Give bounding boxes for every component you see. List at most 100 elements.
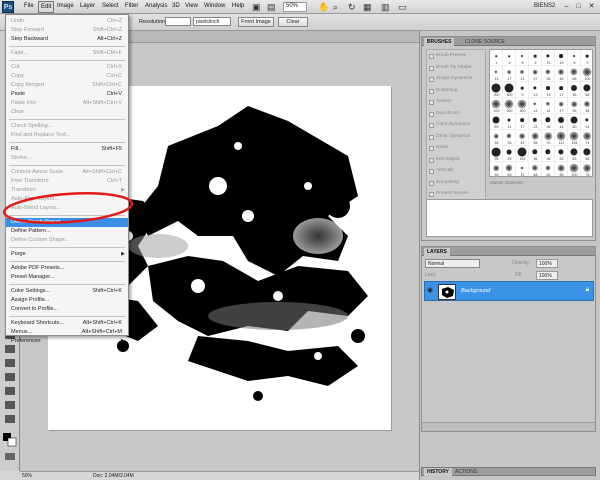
- brush-preset[interactable]: 9: [516, 82, 529, 98]
- brush-option-texture[interactable]: Texture: [427, 98, 485, 107]
- brush-option-other-dynamics[interactable]: Other Dynamics: [427, 133, 485, 142]
- checkbox[interactable]: [429, 157, 434, 163]
- brush-preset[interactable]: 100: [490, 98, 503, 114]
- grid-icon[interactable]: ▦: [363, 2, 372, 13]
- brush-preset[interactable]: 33: [503, 130, 516, 146]
- menu-view[interactable]: View: [185, 3, 198, 9]
- menu-item-color-settings[interactable]: Color Settings... Shift+Ctrl+K: [6, 287, 128, 296]
- brush-option-brush-tip-shape[interactable]: Brush Tip Shape: [427, 64, 485, 73]
- workspace-name[interactable]: BIENS2: [534, 3, 555, 9]
- brush-preset[interactable]: 60: [568, 114, 581, 130]
- brush-option-shape-dynamics[interactable]: Shape Dynamics: [427, 75, 485, 84]
- brush-option-protect-texture[interactable]: Protect Texture: [427, 190, 485, 199]
- menu-item-free-transform[interactable]: Free Transform Ctrl+T: [6, 177, 128, 186]
- tab-actions[interactable]: ACTIONS: [452, 468, 480, 476]
- brush-preset[interactable]: 74: [581, 130, 592, 146]
- brush-preset[interactable]: 14: [581, 114, 592, 130]
- screen-mode-icon[interactable]: ▭: [398, 2, 407, 13]
- tool-icon[interactable]: [5, 387, 15, 395]
- brush-preset[interactable]: 17: [555, 82, 568, 98]
- brush-preset[interactable]: 19: [555, 50, 568, 66]
- brush-preset[interactable]: 65: [581, 82, 592, 98]
- menu-item-copy-merged[interactable]: Copy Merged Shift+Ctrl+C: [6, 81, 128, 90]
- menu-item-define-custom-shape[interactable]: Define Custom Shape...: [6, 236, 128, 245]
- brush-preset[interactable]: 11: [503, 114, 516, 130]
- checkbox[interactable]: [429, 111, 434, 117]
- maximize-icon[interactable]: □: [574, 3, 583, 11]
- menu-analysis[interactable]: Analysis: [145, 3, 167, 9]
- brush-preset[interactable]: 39: [568, 98, 581, 114]
- brush-preset[interactable]: 5: [516, 50, 529, 66]
- brush-preset[interactable]: 3: [503, 50, 516, 66]
- brush-preset[interactable]: 27: [555, 98, 568, 114]
- brush-preset[interactable]: 45: [568, 82, 581, 98]
- brush-preset[interactable]: 29: [503, 146, 516, 162]
- brush-option-color-dynamics[interactable]: Color Dynamics: [427, 121, 485, 130]
- brush-preset[interactable]: 5: [568, 50, 581, 66]
- brush-preset[interactable]: 17: [503, 66, 516, 82]
- layer-row-background[interactable]: ◉ Background 🔒︎: [424, 281, 594, 301]
- brush-option-brush-presets[interactable]: Brush Presets: [427, 52, 485, 61]
- menu-item-define-brush-preset[interactable]: Define Brush Preset...: [6, 218, 128, 227]
- checkbox[interactable]: [429, 146, 434, 151]
- arrange-documents-icon[interactable]: ▥: [381, 2, 390, 13]
- menu-file[interactable]: File: [24, 3, 34, 9]
- visibility-eye-icon[interactable]: ◉: [427, 287, 435, 295]
- zoom-tool-icon[interactable]: ⌕: [333, 2, 338, 13]
- tab-brushes[interactable]: BRUSHES: [424, 38, 455, 46]
- tool-icon[interactable]: [5, 373, 15, 381]
- brush-preset[interactable]: 33: [555, 146, 568, 162]
- brush-preset[interactable]: 100: [568, 162, 581, 176]
- checkbox[interactable]: [429, 88, 434, 94]
- brush-preset[interactable]: 65: [568, 66, 581, 82]
- menu-filter[interactable]: Filter: [125, 3, 138, 9]
- layer-name[interactable]: Background: [461, 288, 490, 294]
- tool-icon[interactable]: [5, 359, 15, 367]
- tool-icon[interactable]: [5, 401, 15, 409]
- resolution-unit-select[interactable]: pixels/inch: [193, 17, 231, 26]
- tab-clone-source[interactable]: CLONE SOURCE: [462, 38, 508, 46]
- checkbox[interactable]: [429, 134, 434, 140]
- brush-preset[interactable]: 36: [529, 146, 542, 162]
- brush-preset[interactable]: 100: [581, 66, 592, 82]
- quick-mask-icon[interactable]: [5, 453, 15, 460]
- hand-tool-icon[interactable]: ✋: [318, 2, 329, 13]
- fill-input[interactable]: 100%: [536, 271, 558, 280]
- brush-preset[interactable]: 35: [542, 66, 555, 82]
- menu-select[interactable]: Select: [102, 3, 119, 9]
- mini-bridge-icon[interactable]: ▤: [267, 2, 276, 13]
- background-color-swatch[interactable]: [7, 437, 17, 447]
- close-icon[interactable]: ✕: [587, 3, 596, 11]
- brush-option-airbrush[interactable]: Airbrush: [427, 167, 485, 176]
- menu-item-fade[interactable]: Fade... Shift+Ctrl+F: [6, 49, 128, 58]
- menu-image[interactable]: Image: [57, 3, 74, 9]
- menu-item-define-pattern[interactable]: Define Pattern...: [6, 227, 128, 236]
- brush-option-wet-edges[interactable]: Wet Edges: [427, 156, 485, 165]
- menu-item-cut[interactable]: Cut Ctrl+X: [6, 63, 128, 72]
- brush-option-dual-brush[interactable]: Dual Brush: [427, 110, 485, 119]
- menu-item-copy[interactable]: Copy Ctrl+C: [6, 72, 128, 81]
- menu-layer[interactable]: Layer: [80, 3, 95, 9]
- brush-option-smoothing[interactable]: Smoothing: [427, 179, 485, 188]
- brush-preset[interactable]: 55: [555, 162, 568, 176]
- menu-item-step-forward[interactable]: Step Forward Shift+Ctrl+Z: [6, 26, 128, 35]
- brush-preset[interactable]: 36: [542, 114, 555, 130]
- menu-item-paste[interactable]: Paste Ctrl+V: [6, 90, 128, 99]
- brush-preset[interactable]: 32: [542, 162, 555, 176]
- brush-preset[interactable]: 9: [529, 50, 542, 66]
- menu-edit[interactable]: Edit: [38, 1, 55, 13]
- brush-preset[interactable]: 300: [516, 98, 529, 114]
- brush-preset[interactable]: 48: [529, 162, 542, 176]
- brush-preset[interactable]: 1: [490, 50, 503, 66]
- checkbox[interactable]: [429, 77, 434, 82]
- rotate-view-icon[interactable]: ↻: [348, 2, 356, 13]
- checkbox[interactable]: [429, 100, 434, 105]
- brush-preset[interactable]: 26: [490, 130, 503, 146]
- tool-icon[interactable]: [5, 415, 15, 423]
- tab-history[interactable]: HISTORY: [424, 468, 452, 476]
- brush-preset[interactable]: 19: [542, 82, 555, 98]
- brush-preset[interactable]: 13: [529, 82, 542, 98]
- minimize-icon[interactable]: –: [562, 3, 571, 11]
- brush-preset[interactable]: 24: [542, 98, 555, 114]
- brush-preset[interactable]: 63: [568, 146, 581, 162]
